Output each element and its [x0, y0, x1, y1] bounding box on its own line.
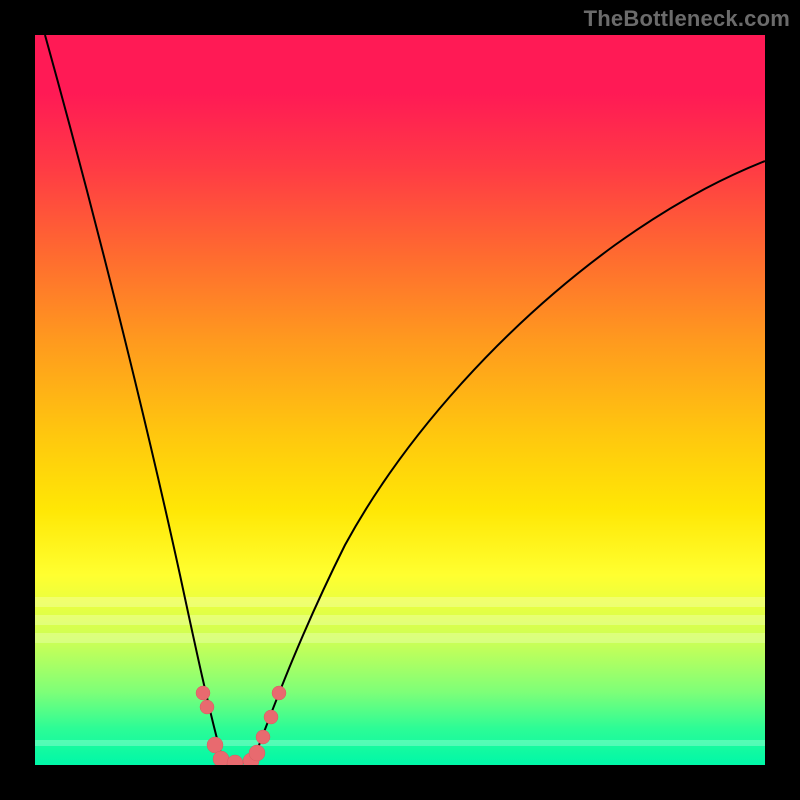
chart-svg [35, 35, 765, 765]
left-curve [45, 35, 223, 761]
plot-area [35, 35, 765, 765]
frame: TheBottleneck.com [0, 0, 800, 800]
trough-markers [196, 686, 286, 765]
watermark-text: TheBottleneck.com [584, 6, 790, 32]
right-curve [253, 161, 765, 761]
